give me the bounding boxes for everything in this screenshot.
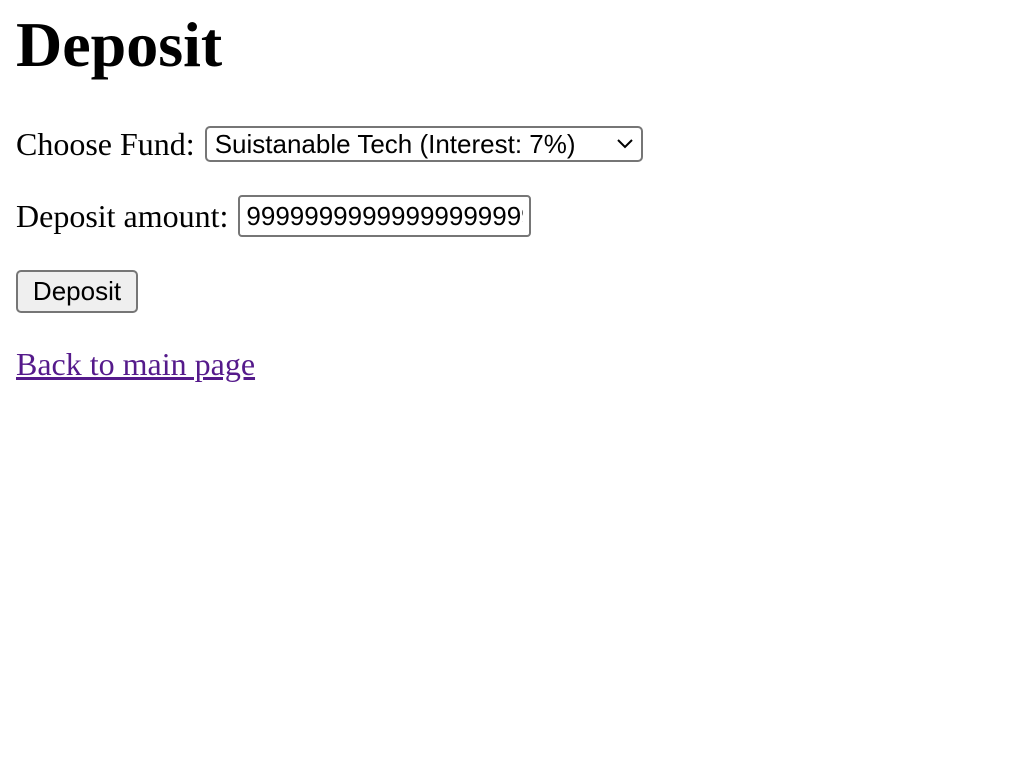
fund-label: Choose Fund: bbox=[16, 126, 195, 162]
amount-label: Deposit amount: bbox=[16, 198, 229, 234]
fund-select[interactable]: Suistanable Tech (Interest: 7%) bbox=[204, 126, 643, 162]
fund-row: Choose Fund: Suistanable Tech (Interest:… bbox=[16, 124, 643, 164]
fund-select-value: Suistanable Tech (Interest: 7%) bbox=[214, 129, 576, 159]
deposit-amount-input[interactable] bbox=[238, 195, 532, 237]
chevron-down-icon bbox=[616, 139, 633, 149]
back-to-main-link[interactable]: Back to main page bbox=[16, 344, 255, 384]
page-title: Deposit bbox=[16, 9, 223, 80]
amount-row: Deposit amount: bbox=[16, 195, 532, 237]
deposit-button[interactable]: Deposit bbox=[16, 270, 138, 313]
